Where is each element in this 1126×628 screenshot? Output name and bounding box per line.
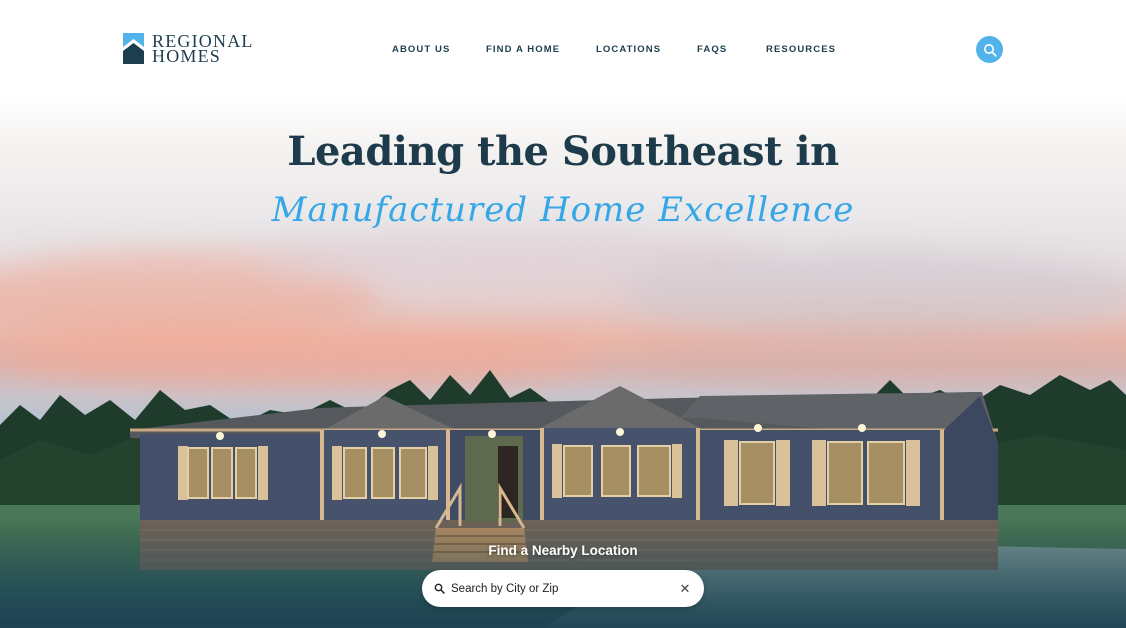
cloud — [620, 250, 1126, 340]
magnifier-icon — [434, 583, 445, 594]
hero-script-subheadline: Manufactured Home Excellence — [271, 190, 855, 230]
search-icon — [983, 43, 997, 57]
header-search-button[interactable] — [976, 36, 1003, 63]
location-search-input[interactable] — [451, 582, 678, 595]
location-search-box[interactable]: ✕ — [422, 570, 704, 607]
nav-find-a-home[interactable]: FIND A HOME — [486, 44, 560, 55]
nav-about-us[interactable]: ABOUT US — [392, 44, 450, 55]
site-header: REGIONAL HOMES ABOUT US FIND A HOME LOCA… — [0, 0, 1126, 96]
close-icon[interactable]: ✕ — [678, 581, 692, 597]
nav-faqs[interactable]: FAQS — [697, 44, 727, 55]
nav-resources[interactable]: RESOURCES — [766, 44, 836, 55]
main-nav: ABOUT US FIND A HOME LOCATIONS FAQS RESO… — [0, 44, 1126, 58]
nav-locations[interactable]: LOCATIONS — [596, 44, 661, 55]
find-location-label: Find a Nearby Location — [488, 543, 638, 558]
hero-headline: Leading the Southeast in — [287, 128, 839, 175]
